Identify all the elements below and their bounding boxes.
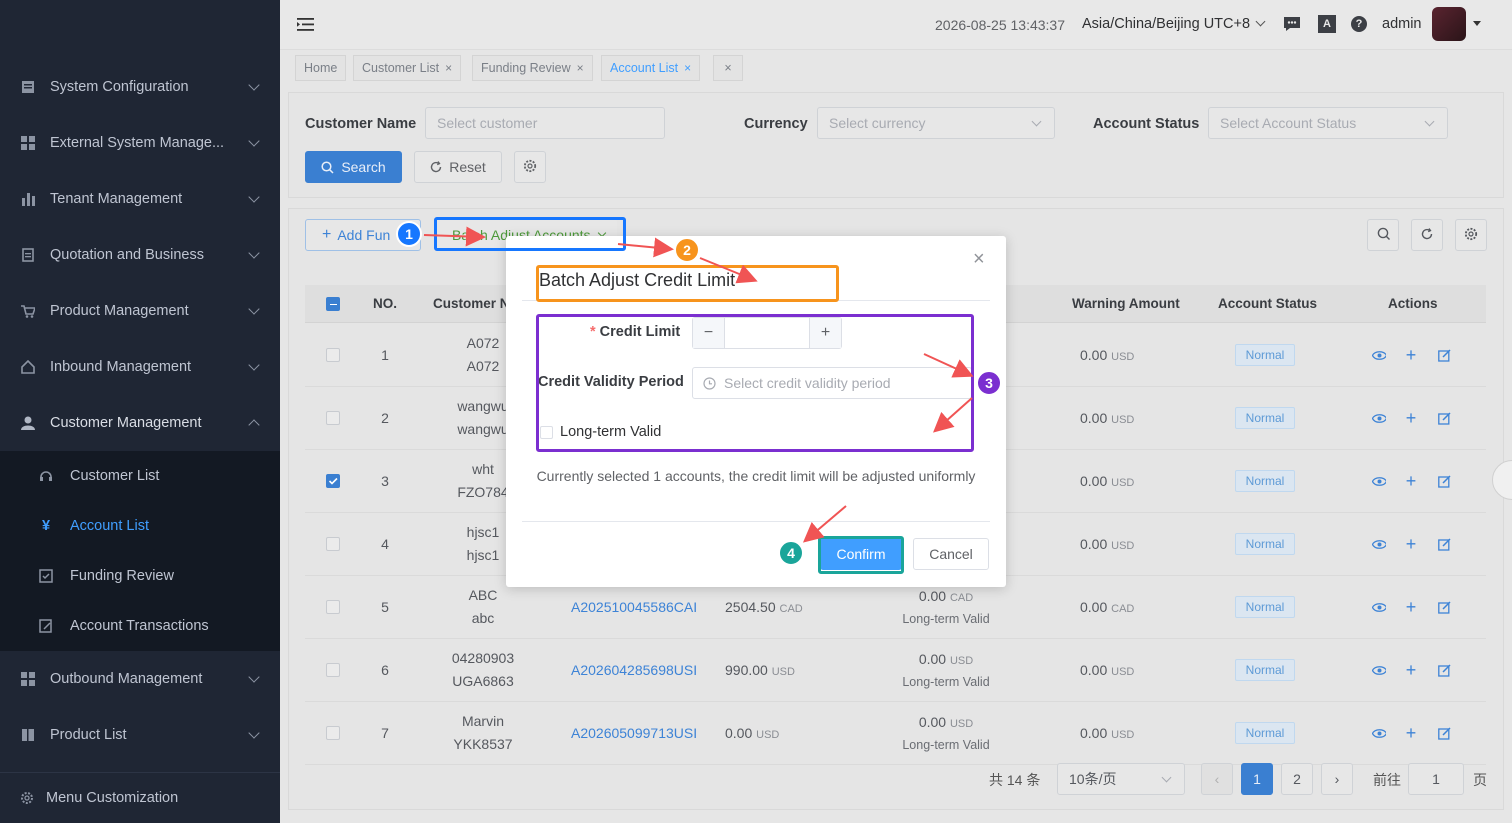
step-marker-2: 2 — [674, 237, 700, 263]
step-marker-1: 1 — [396, 221, 422, 247]
annotation-arrows — [423, 226, 974, 543]
step-marker-4: 4 — [778, 540, 804, 566]
step-marker-3: 3 — [976, 370, 1002, 396]
